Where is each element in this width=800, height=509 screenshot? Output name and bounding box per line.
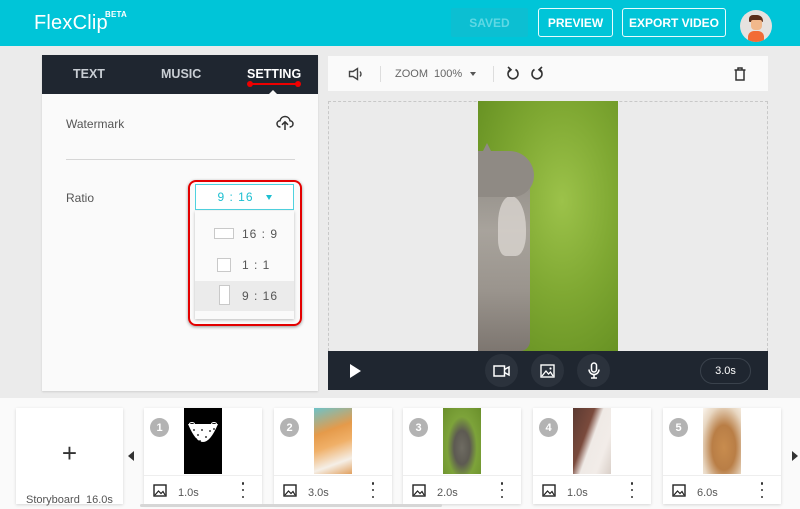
square-ratio-icon xyxy=(217,258,231,272)
panel-tabs: TEXT MUSIC SETTING xyxy=(42,55,318,95)
tab-text[interactable]: TEXT xyxy=(73,67,105,81)
ratio-option-9-16[interactable]: 9 : 16 xyxy=(195,281,294,311)
toolbar-divider xyxy=(493,66,494,82)
saved-button[interactable]: SAVED xyxy=(451,8,528,37)
clip-duration: 6.0s xyxy=(697,487,718,499)
clip-thumbnail xyxy=(314,408,352,474)
ratio-option-1-1[interactable]: 1 : 1 xyxy=(195,250,294,280)
trash-icon xyxy=(734,66,746,81)
scroll-right-arrow-icon[interactable] xyxy=(792,451,798,461)
volume-button[interactable] xyxy=(348,56,364,91)
clip-number-badge: 4 xyxy=(539,418,558,437)
user-avatar[interactable] xyxy=(740,10,772,42)
clip-thumbnail xyxy=(443,408,481,474)
tab-setting[interactable]: SETTING xyxy=(247,67,301,81)
storyboard-clip[interactable]: 1 1.0s xyxy=(144,408,262,504)
preview-controls: 3.0s xyxy=(328,351,768,390)
beta-badge: BETA xyxy=(105,10,127,19)
add-image-button[interactable] xyxy=(531,354,564,387)
storyboard-scrollbar[interactable] xyxy=(140,504,442,507)
image-icon xyxy=(153,484,167,497)
chevron-down-icon xyxy=(265,194,272,200)
delete-button[interactable] xyxy=(734,56,746,91)
ratio-select[interactable]: 9 : 16 xyxy=(195,184,294,210)
clip-number-badge: 5 xyxy=(669,418,688,437)
clip-thumbnail xyxy=(703,408,741,474)
ratio-select-value: 9 : 16 xyxy=(217,190,254,204)
more-options-icon[interactable] xyxy=(369,482,377,498)
landscape-ratio-icon xyxy=(214,228,234,239)
undo-icon xyxy=(507,66,519,80)
more-options-icon[interactable] xyxy=(758,482,766,498)
clip-number-badge: 2 xyxy=(280,418,299,437)
plus-icon: + xyxy=(61,438,78,468)
clip-thumbnail xyxy=(573,408,611,474)
zoom-label: ZOOM xyxy=(395,67,428,80)
clip-thumbnail xyxy=(184,408,222,474)
ratio-option-label: 9 : 16 xyxy=(242,289,279,303)
storyboard-clip[interactable]: 4 1.0s xyxy=(533,408,651,504)
export-video-button[interactable]: EXPORT VIDEO xyxy=(622,8,726,37)
preview-image-kitten[interactable] xyxy=(478,101,618,351)
clip-number-badge: 3 xyxy=(409,418,428,437)
storyboard-clip[interactable]: 5 6.0s xyxy=(663,408,781,504)
redo-icon xyxy=(531,66,543,80)
storyboard-clip[interactable]: 3 2.0s xyxy=(403,408,521,504)
undo-button[interactable] xyxy=(506,56,520,91)
settings-panel: TEXT MUSIC SETTING Watermark Ratio 9 : 1… xyxy=(42,55,318,391)
more-options-icon[interactable] xyxy=(239,482,247,498)
logo-text: FlexClip xyxy=(34,12,108,34)
top-header: FlexClip BETA SAVED PREVIEW EXPORT VIDEO xyxy=(0,0,800,46)
video-camera-icon xyxy=(493,364,510,377)
ratio-label: Ratio xyxy=(66,191,95,205)
chevron-down-icon[interactable] xyxy=(470,72,476,76)
clip-number-badge: 1 xyxy=(150,418,169,437)
tab-music[interactable]: MUSIC xyxy=(161,67,201,81)
image-icon xyxy=(672,484,686,497)
add-video-button[interactable] xyxy=(485,354,518,387)
clip-duration-button[interactable]: 3.0s xyxy=(700,358,751,384)
ratio-option-16-9[interactable]: 16 : 9 xyxy=(195,219,294,249)
speaker-icon xyxy=(348,66,362,81)
storyboard-total-duration: 16.0s xyxy=(86,494,113,506)
flexclip-logo[interactable]: FlexClip BETA xyxy=(34,10,127,35)
redo-button[interactable] xyxy=(530,56,544,91)
microphone-icon xyxy=(587,362,600,379)
clip-duration: 1.0s xyxy=(178,487,199,499)
image-icon xyxy=(412,484,426,497)
image-icon xyxy=(540,363,555,378)
more-options-icon[interactable] xyxy=(628,482,636,498)
active-tab-underline xyxy=(247,81,301,87)
scroll-left-arrow-icon[interactable] xyxy=(128,451,134,461)
clip-duration: 1.0s xyxy=(567,487,588,499)
image-icon xyxy=(283,484,297,497)
play-icon[interactable] xyxy=(350,364,361,378)
toolbar-divider xyxy=(380,66,381,82)
add-scene-button[interactable]: + Storyboard 16.0s xyxy=(16,408,123,506)
zoom-select[interactable]: 100% xyxy=(434,56,462,91)
preview-toolbar: ZOOM 100% xyxy=(328,56,768,91)
section-divider xyxy=(66,159,295,160)
image-icon xyxy=(542,484,556,497)
portrait-ratio-icon xyxy=(219,285,230,305)
watermark-label: Watermark xyxy=(66,117,125,131)
clip-duration: 2.0s xyxy=(437,487,458,499)
storyboard-label: Storyboard xyxy=(26,494,80,506)
preview-button[interactable]: PREVIEW xyxy=(538,8,613,37)
more-options-icon[interactable] xyxy=(498,482,506,498)
add-voice-button[interactable] xyxy=(577,354,610,387)
upload-cloud-icon[interactable] xyxy=(276,115,294,131)
ratio-option-label: 16 : 9 xyxy=(242,227,279,241)
clip-duration: 3.0s xyxy=(308,487,329,499)
storyboard-timeline: + Storyboard 16.0s 1 1.0s 2 3.0s 3 2.0s … xyxy=(0,398,800,509)
ratio-dropdown: 16 : 9 1 : 1 9 : 16 xyxy=(195,211,294,319)
active-tab-caret xyxy=(268,90,278,95)
storyboard-clip[interactable]: 2 3.0s xyxy=(274,408,392,504)
ratio-option-label: 1 : 1 xyxy=(242,258,271,272)
